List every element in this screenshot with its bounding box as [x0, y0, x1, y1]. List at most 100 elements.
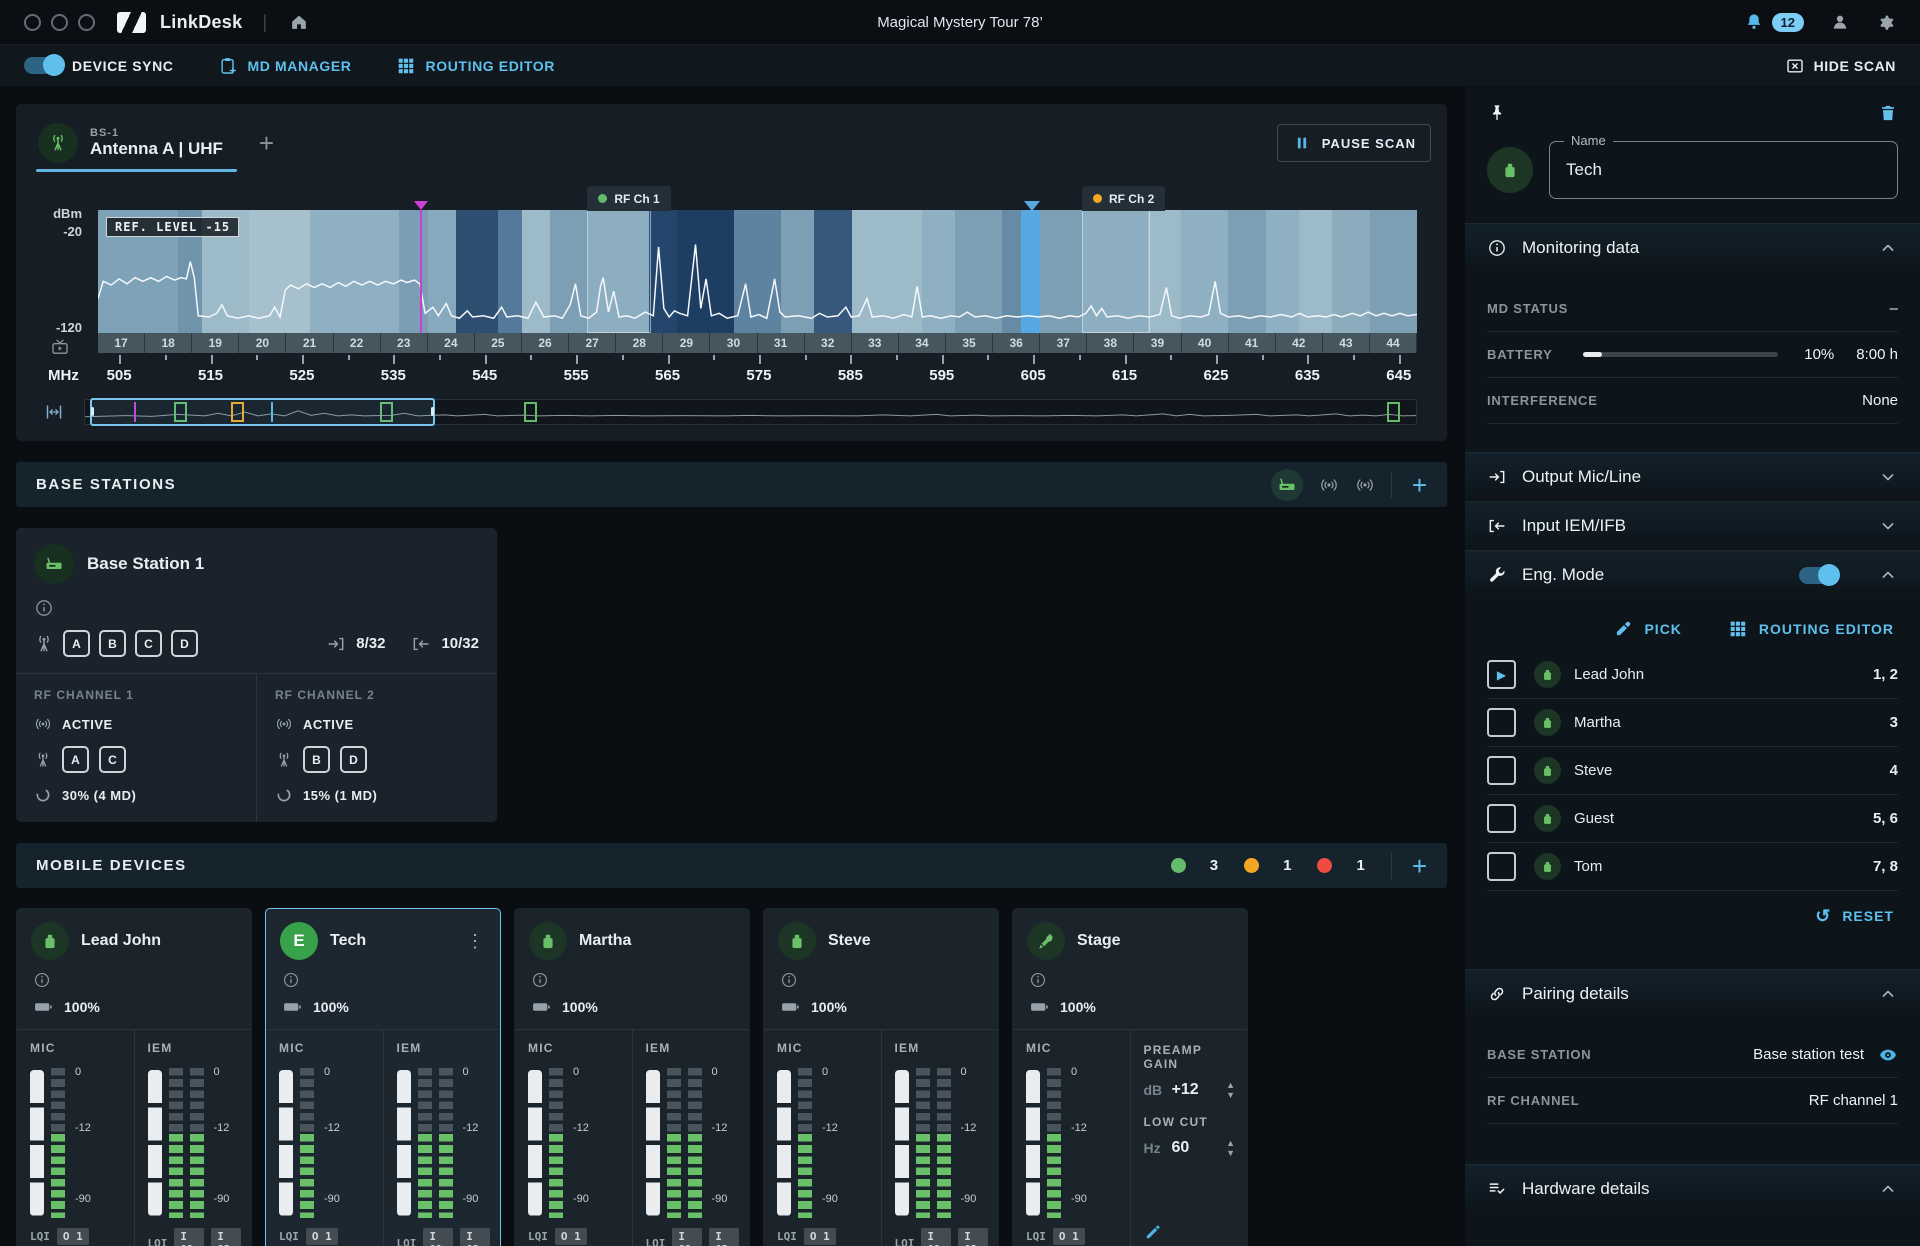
chevron-down-icon[interactable]	[1878, 516, 1898, 536]
pairing-details-section-header[interactable]: Pairing details	[1465, 969, 1920, 1018]
eng-device-row-steve[interactable]: Steve4	[1487, 747, 1898, 795]
rf-channel-2-tag[interactable]: RF Ch 2	[1082, 186, 1165, 211]
window-controls[interactable]	[24, 14, 95, 31]
base-station-card[interactable]: Base Station 1 ABCD 8/32 10/32 RF CHANNE…	[16, 528, 497, 822]
tv-channel-cell[interactable]: 36	[993, 333, 1040, 353]
chevron-up-icon[interactable]	[1878, 1179, 1898, 1199]
user-account-icon[interactable]	[1830, 12, 1850, 32]
info-icon[interactable]	[33, 971, 51, 988]
hide-scan-button[interactable]: HIDE SCAN	[1785, 56, 1896, 76]
eng-device-row-martha[interactable]: Martha3	[1487, 699, 1898, 747]
home-icon[interactable]	[289, 12, 309, 32]
tv-channel-cell[interactable]: 20	[239, 333, 286, 353]
device-checkbox[interactable]	[1487, 804, 1516, 833]
notification-count-badge[interactable]: 12	[1772, 13, 1804, 32]
tv-channel-cell[interactable]: 44	[1370, 333, 1417, 353]
stepper-arrows[interactable]: ▲▼	[1226, 1082, 1235, 1099]
notifications-bell-icon[interactable]	[1744, 12, 1764, 32]
tv-channel-cell[interactable]: 37	[1040, 333, 1087, 353]
add-base-station-button[interactable]: +	[1412, 472, 1427, 498]
window-dot[interactable]	[51, 14, 68, 31]
low-cut-control[interactable]: Hz60▲▼	[1144, 1139, 1236, 1157]
tv-channel-cell[interactable]: 25	[475, 333, 522, 353]
tv-channel-cell[interactable]: 30	[710, 333, 757, 353]
eng-mode-section-header[interactable]: Eng. Mode	[1465, 550, 1920, 599]
tv-channel-strip[interactable]: 1718192021222324252627282930313233343536…	[98, 333, 1417, 353]
routing-editor-button[interactable]: ROUTING EDITOR	[396, 56, 555, 76]
tv-channel-cell[interactable]: 27	[569, 333, 616, 353]
stepper-arrows[interactable]: ▲▼	[1226, 1140, 1235, 1157]
tv-channel-cell[interactable]: 23	[381, 333, 428, 353]
zoom-range-icon[interactable]	[44, 402, 84, 422]
overview-selection[interactable]	[90, 398, 435, 426]
tv-channel-cell[interactable]: 35	[946, 333, 993, 353]
add-mobile-device-button[interactable]: +	[1412, 853, 1427, 879]
output-mic-line-section-header[interactable]: Output Mic/Line	[1465, 452, 1920, 501]
info-icon[interactable]	[1029, 971, 1047, 988]
device-card-martha[interactable]: Martha100%MIC0-12-90LQIO 1+12IEM0-12-90L…	[514, 908, 750, 1246]
tv-channel-cell[interactable]: 32	[805, 333, 852, 353]
overview-marker-box[interactable]	[1387, 402, 1400, 422]
chevron-down-icon[interactable]	[1878, 467, 1898, 487]
device-card-steve[interactable]: Steve100%MIC0-12-90LQIO 1+12IEM0-12-90LQ…	[763, 908, 999, 1246]
tv-channel-cell[interactable]: 19	[192, 333, 239, 353]
pick-button[interactable]: PICK	[1613, 619, 1681, 639]
tv-channel-cell[interactable]: 24	[428, 333, 475, 353]
spectrum-plot[interactable]: REF. LEVEL -15 RF Ch 1 RF Ch 2	[98, 210, 1417, 333]
blue-marker-triangle[interactable]	[1024, 201, 1040, 219]
rf-broadcast-icon[interactable]	[1355, 475, 1375, 495]
info-icon[interactable]	[282, 971, 300, 988]
device-card-stage[interactable]: Stage100%MIC0-12-90LQIO 1845PREAMP GAINd…	[1012, 908, 1248, 1246]
settings-gear-icon[interactable]	[1876, 12, 1896, 32]
chevron-up-icon[interactable]	[1878, 984, 1898, 1004]
preamp-gain-control[interactable]: dB+12▲▼	[1144, 1081, 1236, 1099]
device-checkbox[interactable]	[1487, 708, 1516, 737]
tv-channel-cell[interactable]: 28	[616, 333, 663, 353]
eng-mode-toggle[interactable]	[1799, 567, 1837, 584]
tv-channel-cell[interactable]: 43	[1323, 333, 1370, 353]
tv-channel-cell[interactable]: 40	[1182, 333, 1229, 353]
info-icon[interactable]	[780, 971, 798, 988]
tv-channel-cell[interactable]: 22	[334, 333, 381, 353]
tv-channel-cell[interactable]: 26	[522, 333, 569, 353]
window-dot[interactable]	[24, 14, 41, 31]
tv-channel-cell[interactable]: 17	[98, 333, 145, 353]
device-sync-toggle-item[interactable]: DEVICE SYNC	[24, 57, 174, 74]
tv-channel-cell[interactable]: 42	[1276, 333, 1323, 353]
tv-channel-cell[interactable]: 41	[1229, 333, 1276, 353]
tv-channels-icon[interactable]	[50, 337, 70, 357]
chevron-up-icon[interactable]	[1878, 565, 1898, 585]
eng-device-row-lead-john[interactable]: ▶Lead John1, 2	[1487, 651, 1898, 699]
pin-icon[interactable]	[1487, 103, 1507, 123]
tv-channel-cell[interactable]: 38	[1087, 333, 1134, 353]
info-icon[interactable]	[34, 599, 54, 616]
md-manager-button[interactable]: MD MANAGER	[218, 56, 352, 76]
device-checkbox[interactable]	[1487, 852, 1516, 881]
tv-channel-cell[interactable]: 18	[145, 333, 192, 353]
kebab-menu-icon[interactable]: ⋮	[462, 931, 488, 952]
base-station-filter-icon[interactable]	[1271, 469, 1303, 501]
chevron-up-icon[interactable]	[1878, 238, 1898, 258]
tv-channel-cell[interactable]: 33	[852, 333, 899, 353]
window-dot[interactable]	[78, 14, 95, 31]
tv-channel-cell[interactable]: 31	[758, 333, 805, 353]
pause-scan-button[interactable]: PAUSE SCAN	[1277, 124, 1431, 162]
device-card-lead-john[interactable]: Lead John100%MIC0-12-90LQIO 1+12IEM0-12-…	[16, 908, 252, 1246]
tv-channel-cell[interactable]: 34	[899, 333, 946, 353]
input-iem-ifb-section-header[interactable]: Input IEM/IFB	[1465, 501, 1920, 550]
info-icon[interactable]	[531, 971, 549, 988]
tv-channel-cell[interactable]: 29	[663, 333, 710, 353]
overview-marker-box[interactable]	[524, 402, 537, 422]
eye-icon[interactable]	[1878, 1045, 1898, 1065]
routing-editor-link[interactable]: ROUTING EDITOR	[1728, 619, 1894, 639]
device-name-input[interactable]	[1550, 142, 1897, 198]
rf-broadcast-icon[interactable]	[1319, 475, 1339, 495]
magenta-marker-triangle[interactable]	[414, 201, 428, 217]
device-name-field[interactable]: Name	[1549, 141, 1898, 199]
hardware-details-section-header[interactable]: Hardware details	[1465, 1164, 1920, 1213]
antenna-tab[interactable]: BS-1 Antenna A | UHF	[36, 114, 237, 172]
eng-device-row-guest[interactable]: Guest5, 6	[1487, 795, 1898, 843]
rf-channel-1-tag[interactable]: RF Ch 1	[587, 186, 670, 211]
device-checkbox[interactable]: ▶	[1487, 660, 1516, 689]
rf-channel-2-region[interactable]: RF Ch 2	[1082, 210, 1150, 333]
